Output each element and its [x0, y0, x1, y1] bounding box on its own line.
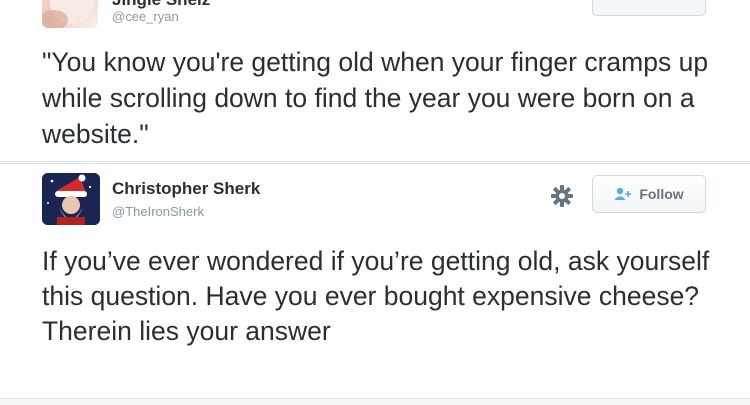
gear-icon[interactable]	[551, 185, 573, 207]
gear-icon[interactable]	[552, 0, 574, 8]
avatar[interactable]	[42, 173, 100, 225]
follow-button[interactable]	[592, 0, 706, 16]
display-name[interactable]: Christopher Sherk	[112, 179, 260, 199]
follow-label: Follow	[639, 186, 684, 202]
follow-button[interactable]: Follow	[592, 175, 706, 213]
tweet-text: "You know you're getting old when your f…	[42, 47, 709, 149]
avatar[interactable]	[42, 0, 98, 28]
tweet-card: Christopher Sherk @TheIronSherk Follow I…	[0, 163, 750, 399]
user-handle[interactable]: @cee_ryan	[112, 9, 179, 24]
tweet-text: If you’ve ever wondered if you’re gettin…	[42, 246, 710, 346]
user-handle[interactable]: @TheIronSherk	[112, 204, 204, 219]
add-user-icon	[614, 187, 632, 200]
tweet-card: Jingle Shelz @cee_ryan "You know you're …	[0, 0, 750, 162]
